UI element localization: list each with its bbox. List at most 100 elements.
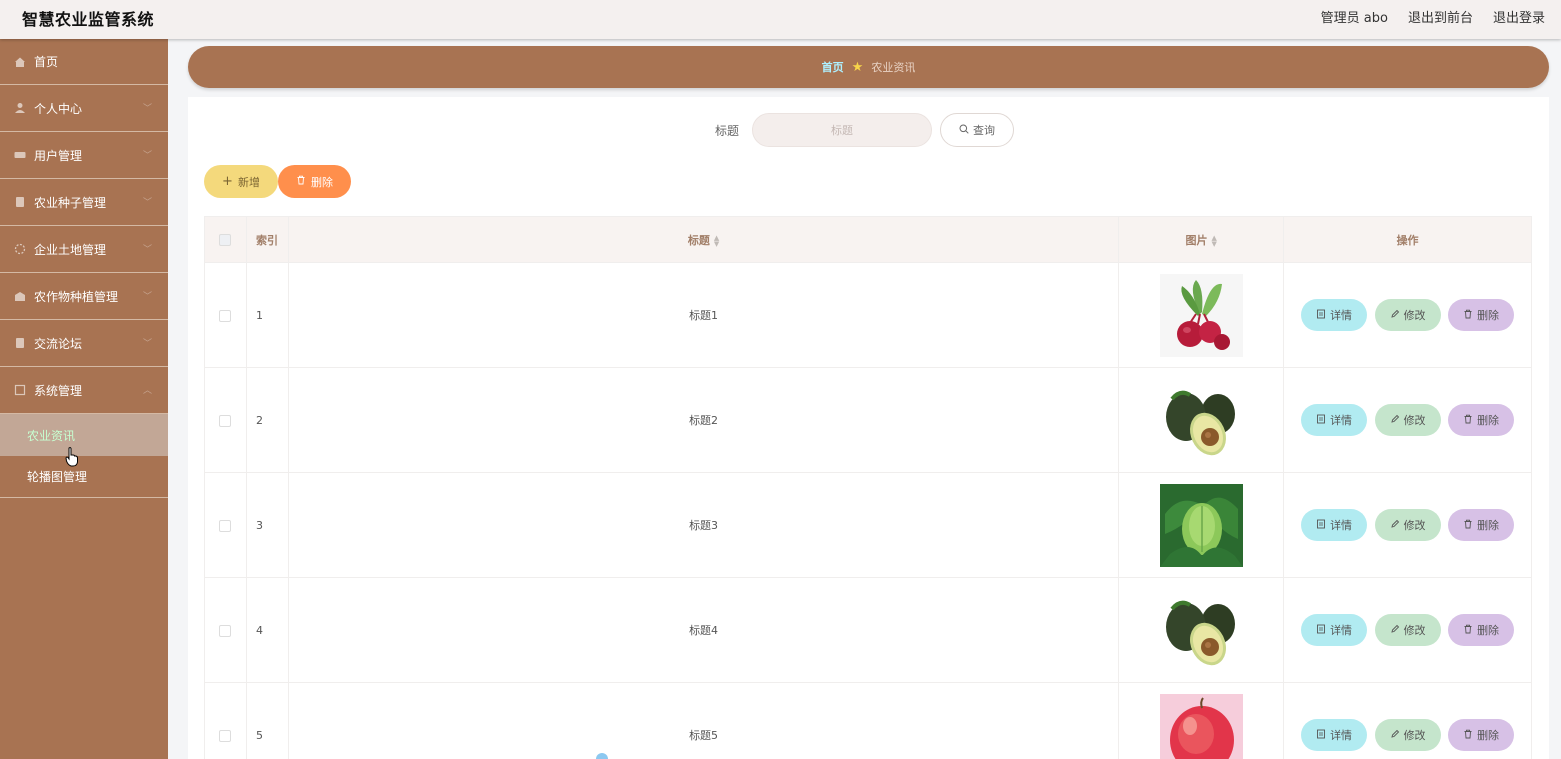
column-header-image[interactable]: 图片 ▲ ▼ — [1118, 216, 1285, 263]
row-thumbnail-apple[interactable] — [1159, 693, 1243, 759]
row-index: 3 — [245, 472, 289, 578]
sidebar-item-crops[interactable]: 农作物种植管理 ﹀ — [0, 273, 168, 320]
row-thumbnail-avocado[interactable] — [1159, 378, 1243, 462]
detail-button[interactable]: 详情 — [1301, 299, 1368, 331]
trash-icon — [1463, 729, 1473, 742]
add-button[interactable]: + 新增 — [204, 165, 278, 198]
plus-icon: + — [222, 174, 233, 189]
header-links: 管理员 abo 退出到前台 退出登录 — [1321, 7, 1545, 26]
row-actions: 详情 修改 删除 — [1283, 577, 1532, 683]
table-row: 3 标题3 详情 修改 删除 — [204, 472, 1532, 578]
row-checkbox[interactable] — [219, 414, 232, 427]
edit-button-label: 修改 — [1403, 414, 1426, 427]
mouse-cursor-icon — [65, 447, 79, 471]
row-select-cell — [204, 577, 247, 683]
row-image-cell — [1118, 262, 1285, 368]
query-button[interactable]: 查询 — [940, 113, 1014, 147]
row-delete-button[interactable]: 删除 — [1448, 299, 1515, 331]
row-index: 5 — [245, 682, 289, 759]
trash-icon — [296, 175, 306, 188]
star-icon: ★ — [851, 59, 864, 75]
edit-button-label: 修改 — [1403, 624, 1426, 637]
row-checkbox[interactable] — [219, 309, 232, 322]
row-delete-button-label: 删除 — [1477, 729, 1500, 742]
chevron-down-icon: ﹀ — [142, 151, 152, 161]
sort-icon[interactable]: ▲ ▼ — [714, 234, 719, 247]
sidebar-subitem-carousel[interactable]: 轮播图管理 — [0, 456, 168, 498]
pencil-icon — [1390, 624, 1400, 637]
home-icon — [14, 56, 26, 68]
detail-button-label: 详情 — [1330, 309, 1353, 322]
edit-button-label: 修改 — [1403, 729, 1426, 742]
column-header-label: 标题 — [687, 233, 710, 247]
select-all-checkbox[interactable] — [219, 234, 232, 246]
sidebar-item-users[interactable]: 用户管理 ﹀ — [0, 132, 168, 179]
search-input[interactable] — [752, 113, 932, 147]
row-title: 标题1 — [287, 262, 1120, 368]
admin-user-label[interactable]: 管理员 abo — [1321, 7, 1388, 26]
detail-button[interactable]: 详情 — [1301, 404, 1368, 436]
edit-button[interactable]: 修改 — [1374, 404, 1441, 436]
row-thumbnail-cabbage[interactable] — [1159, 483, 1243, 567]
sidebar-item-home[interactable]: 首页 — [0, 39, 168, 85]
users-icon — [14, 149, 26, 161]
column-header-index: 索引 — [245, 216, 289, 263]
row-delete-button-label: 删除 — [1477, 624, 1500, 637]
edit-button[interactable]: 修改 — [1374, 614, 1441, 646]
exit-to-front-link[interactable]: 退出到前台 — [1408, 7, 1473, 26]
trash-icon — [1463, 414, 1473, 427]
sidebar-subitem-agri-news[interactable]: 农业资讯 — [0, 414, 168, 456]
row-delete-button[interactable]: 删除 — [1448, 614, 1515, 646]
row-select-cell — [204, 367, 247, 473]
sidebar: 首页 个人中心 ﹀ 用户管理 ﹀ 农业种子管理 ﹀ 企业土地管理 ﹀ 农作物种植… — [0, 39, 168, 759]
row-thumbnail-beetroot[interactable] — [1159, 273, 1243, 357]
table-header-row: 索引 标题 ▲ ▼ 图片 ▲ ▼ 操作 — [204, 216, 1532, 263]
row-delete-button[interactable]: 删除 — [1448, 509, 1515, 541]
land-icon — [14, 243, 26, 255]
breadcrumb-home[interactable]: 首页 — [822, 59, 844, 75]
chevron-down-icon: ﹀ — [142, 104, 152, 114]
table-row: 2 标题2 详情 修改 删除 — [204, 367, 1532, 473]
column-header-actions: 操作 — [1283, 216, 1532, 263]
detail-button[interactable]: 详情 — [1301, 614, 1368, 646]
detail-button-label: 详情 — [1330, 729, 1353, 742]
table-row: 5 标题5 详情 修改 删除 — [204, 682, 1532, 759]
row-checkbox[interactable] — [219, 729, 232, 742]
sidebar-item-label: 用户管理 — [34, 148, 83, 163]
pencil-icon — [1390, 414, 1400, 427]
detail-button[interactable]: 详情 — [1301, 509, 1368, 541]
chevron-up-icon: ︿ — [142, 386, 152, 396]
sidebar-item-system[interactable]: 系统管理 ︿ — [0, 367, 168, 414]
edit-button-label: 修改 — [1403, 309, 1426, 322]
sidebar-item-seeds[interactable]: 农业种子管理 ﹀ — [0, 179, 168, 226]
batch-delete-button[interactable]: 删除 — [278, 165, 351, 198]
add-button-label: 新增 — [237, 175, 260, 189]
row-checkbox[interactable] — [219, 519, 232, 532]
edit-button[interactable]: 修改 — [1374, 719, 1441, 751]
row-delete-button[interactable]: 删除 — [1448, 719, 1515, 751]
search-icon — [959, 124, 969, 137]
sidebar-item-profile[interactable]: 个人中心 ﹀ — [0, 85, 168, 132]
edit-button[interactable]: 修改 — [1374, 509, 1441, 541]
sidebar-item-label: 交流论坛 — [34, 336, 83, 351]
table-row: 4 标题4 详情 修改 删除 — [204, 577, 1532, 683]
detail-button[interactable]: 详情 — [1301, 719, 1368, 751]
sort-icon[interactable]: ▲ ▼ — [1211, 234, 1216, 247]
chevron-down-icon: ﹀ — [142, 198, 152, 208]
scroll-indicator — [596, 753, 608, 759]
edit-button[interactable]: 修改 — [1374, 299, 1441, 331]
row-delete-button[interactable]: 删除 — [1448, 404, 1515, 436]
sidebar-item-forum[interactable]: 交流论坛 ﹀ — [0, 320, 168, 367]
logout-link[interactable]: 退出登录 — [1493, 7, 1545, 26]
chevron-down-icon: ﹀ — [142, 292, 152, 302]
row-thumbnail-avocado[interactable] — [1159, 588, 1243, 672]
column-header-title[interactable]: 标题 ▲ ▼ — [287, 216, 1120, 263]
system-icon — [14, 384, 26, 396]
pencil-icon — [1390, 309, 1400, 322]
sidebar-item-land[interactable]: 企业土地管理 ﹀ — [0, 226, 168, 273]
row-actions: 详情 修改 删除 — [1283, 472, 1532, 578]
sidebar-item-label: 首页 — [34, 55, 59, 69]
query-button-label: 查询 — [973, 124, 995, 137]
row-checkbox[interactable] — [219, 624, 232, 637]
pencil-icon — [1390, 519, 1400, 532]
